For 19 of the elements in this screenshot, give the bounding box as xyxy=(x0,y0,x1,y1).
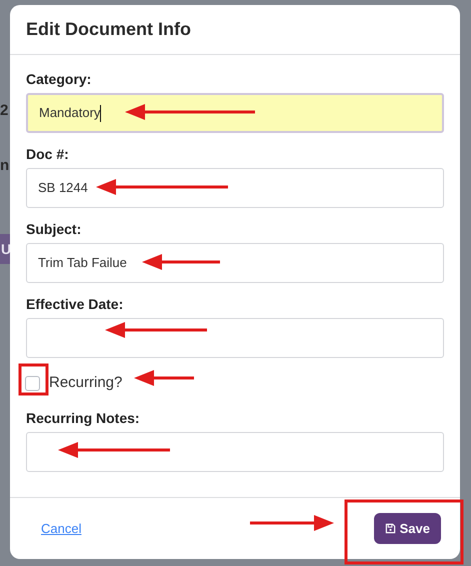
field-label: Subject: xyxy=(26,220,82,239)
annotation-arrow xyxy=(134,370,194,386)
checkbox-label: Recurring? xyxy=(49,372,122,393)
highlight-frame xyxy=(18,364,48,396)
input-field[interactable]: Mandatory xyxy=(26,93,444,133)
input-field[interactable] xyxy=(26,432,444,472)
field-label: Recurring Notes: xyxy=(26,409,141,428)
dialog-title: Edit Document Info xyxy=(26,18,191,41)
input-field[interactable]: SB 1244 xyxy=(26,168,444,208)
input-field[interactable] xyxy=(26,318,444,358)
field-label: Effective Date: xyxy=(26,295,124,314)
save-button[interactable]: Save xyxy=(374,513,441,544)
cancel-link[interactable]: Cancel xyxy=(41,518,82,538)
field-label: Category: xyxy=(26,70,92,89)
recurring-checkbox[interactable] xyxy=(25,376,40,390)
background-text: 2 xyxy=(0,101,8,121)
input-field[interactable]: Trim Tab Failue xyxy=(26,243,444,283)
background-text: n xyxy=(0,156,10,176)
field-label: Doc #: xyxy=(26,145,70,164)
